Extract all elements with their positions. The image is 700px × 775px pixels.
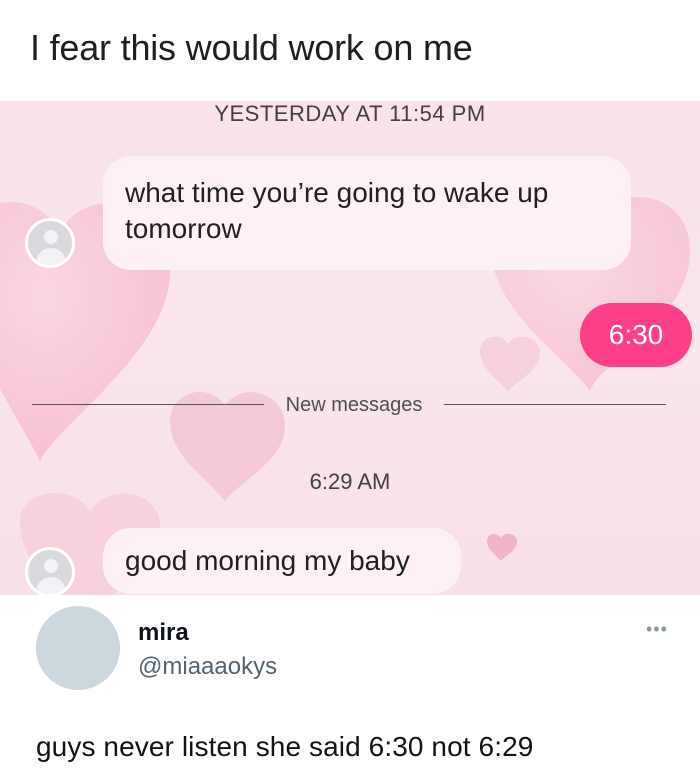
tweet-author-handle[interactable]: @miaaaokys (138, 653, 277, 681)
outgoing-message-bubble[interactable]: 6:30 (580, 303, 692, 367)
tweet-author-name[interactable]: mira (138, 619, 189, 647)
new-messages-divider: New messages (0, 393, 700, 421)
tweet: mira @miaaaokys ••• guys never listen sh… (0, 595, 700, 775)
default-avatar-icon[interactable] (25, 547, 75, 595)
timestamp-yesterday: YESTERDAY AT 11:54 PM (214, 101, 486, 126)
heart-icon (487, 533, 517, 561)
post-title: I fear this would work on me (30, 27, 473, 68)
more-options-icon[interactable]: ••• (646, 619, 668, 640)
divider-line (444, 404, 666, 405)
default-avatar-icon[interactable] (25, 218, 75, 268)
heart-icon (480, 336, 540, 391)
new-messages-label: New messages (285, 394, 423, 416)
chat-screenshot: YESTERDAY AT 11:54 PM what time you’re g… (0, 101, 700, 595)
incoming-message-bubble[interactable]: what time you’re going to wake up tomorr… (103, 156, 631, 270)
divider-line (32, 404, 264, 405)
incoming-message-bubble[interactable]: good morning my baby (103, 528, 461, 594)
timestamp-morning: 6:29 AM (309, 469, 391, 494)
tweet-text: guys never listen she said 6:30 not 6:29 (36, 731, 534, 762)
tweet-avatar[interactable] (36, 606, 120, 690)
